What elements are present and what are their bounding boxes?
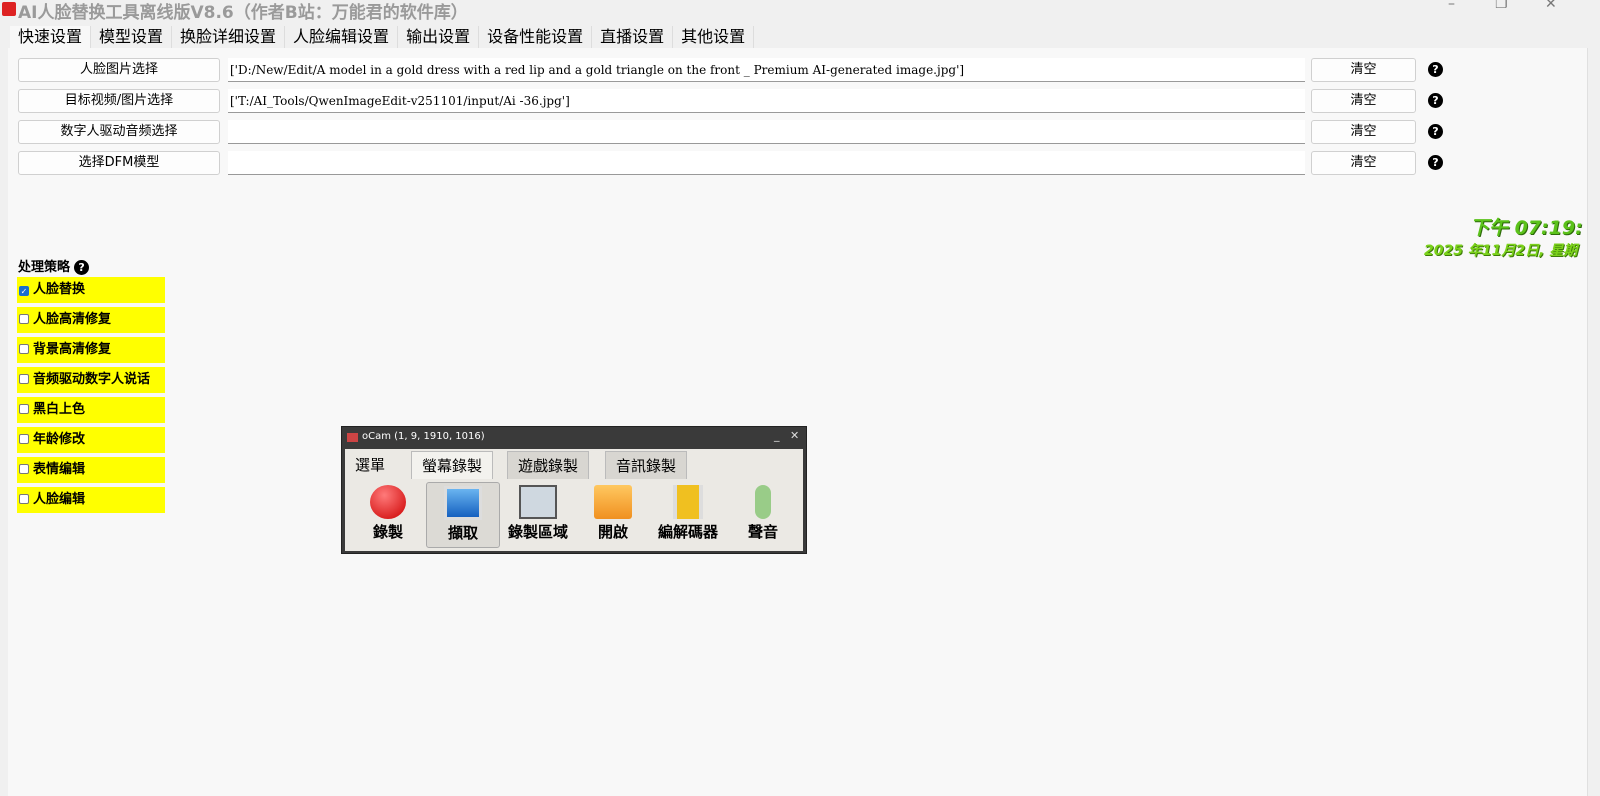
ocam-tab-game-record[interactable]: 遊戲錄製 xyxy=(507,451,590,479)
help-icon[interactable]: ? xyxy=(1428,62,1443,77)
audio-path-field[interactable] xyxy=(228,120,1305,144)
checkbox-label: 人脸高清修复 xyxy=(33,312,112,327)
tab-output-settings[interactable]: 输出设置 xyxy=(398,26,480,48)
checkbox-icon[interactable] xyxy=(19,374,29,384)
help-icon[interactable]: ? xyxy=(1428,93,1443,108)
tab-face-edit-settings[interactable]: 人脸编辑设置 xyxy=(285,26,399,48)
checkbox-icon[interactable] xyxy=(19,434,29,444)
checkbox-label: 黑白上色 xyxy=(33,402,86,417)
clear-button[interactable]: 清空 xyxy=(1311,89,1416,113)
help-icon[interactable]: ? xyxy=(1428,124,1443,139)
close-button[interactable]: ✕ xyxy=(1545,0,1557,12)
ocam-window: oCam (1, 9, 1910, 1016) _ ✕ 選單 螢幕錄製 遊戲錄製… xyxy=(341,426,807,554)
record-icon xyxy=(370,485,406,519)
clear-button[interactable]: 清空 xyxy=(1311,151,1416,175)
checkbox-age-edit[interactable]: 年龄修改 xyxy=(17,427,165,453)
ocam-body: 選單 螢幕錄製 遊戲錄製 音訊錄製 錄製 擷取 錄製區域 開啟 編解碼器 聲音 xyxy=(345,449,803,551)
checkbox-expression-edit[interactable]: 表情编辑 xyxy=(17,457,165,483)
minimize-button[interactable]: – xyxy=(1448,0,1455,12)
face-image-path-field[interactable]: ['D:/New/Edit/A model in a gold dress wi… xyxy=(228,58,1305,82)
checkbox-face-hd-restore[interactable]: 人脸高清修复 xyxy=(17,307,165,333)
tool-label: 開啟 xyxy=(597,523,628,541)
ocam-tab-screen-record[interactable]: 螢幕錄製 xyxy=(411,451,494,479)
checkbox-icon[interactable] xyxy=(19,494,29,504)
ocam-record-area-button[interactable]: 錄製區域 xyxy=(501,482,575,548)
title-bar: AI人脸替换工具离线版V8.6（作者B站：万能君的软件库） – ❐ ✕ xyxy=(0,0,1600,23)
monitor-icon xyxy=(444,486,482,520)
face-image-select-button[interactable]: 人脸图片选择 xyxy=(18,58,220,82)
checkbox-label: 表情编辑 xyxy=(33,462,86,477)
clear-button[interactable]: 清空 xyxy=(1311,120,1416,144)
dfm-model-row: 选择DFM模型 清空 ? xyxy=(8,151,1588,175)
checkbox-label: 人脸编辑 xyxy=(33,492,86,507)
checkbox-icon[interactable] xyxy=(19,314,29,324)
resize-area-icon xyxy=(519,485,557,519)
quick-settings-panel: 人脸图片选择 ['D:/New/Edit/A model in a gold d… xyxy=(8,48,1588,796)
window-title: AI人脸替换工具离线版V8.6（作者B站：万能君的软件库） xyxy=(18,3,468,23)
checkbox-face-edit[interactable]: 人脸编辑 xyxy=(17,487,165,513)
checkbox-icon[interactable] xyxy=(19,464,29,474)
folder-icon xyxy=(594,485,632,519)
ocam-minimize-button[interactable]: _ xyxy=(774,429,780,442)
checkbox-label: 人脸替换 xyxy=(33,282,86,297)
help-icon[interactable]: ? xyxy=(74,260,90,275)
checkbox-label: 年龄修改 xyxy=(33,432,86,447)
tool-label: 聲音 xyxy=(747,523,778,541)
ocam-record-button[interactable]: 錄製 xyxy=(351,482,425,548)
maximize-button[interactable]: ❐ xyxy=(1495,0,1508,12)
microphone-icon xyxy=(755,485,771,519)
tool-label: 擷取 xyxy=(447,524,478,542)
clock-date: 2025 年11月2日, 星期 xyxy=(1424,243,1578,259)
ocam-codec-button[interactable]: 編解碼器 xyxy=(651,482,725,548)
target-media-select-button[interactable]: 目标视频/图片选择 xyxy=(18,89,220,113)
help-icon[interactable]: ? xyxy=(1428,155,1443,170)
ocam-sound-button[interactable]: 聲音 xyxy=(726,482,800,548)
app-icon xyxy=(2,2,16,16)
checkbox-audio-driven-avatar[interactable]: 音频驱动数字人说话 xyxy=(17,367,165,393)
tool-label: 錄製區域 xyxy=(507,523,568,541)
ocam-capture-button[interactable]: 擷取 xyxy=(426,482,500,548)
ocam-app-icon xyxy=(347,433,358,442)
tab-quick-settings[interactable]: 快速设置 xyxy=(10,26,92,48)
dfm-model-select-button[interactable]: 选择DFM模型 xyxy=(18,151,220,175)
ocam-title: oCam (1, 9, 1910, 1016) xyxy=(362,431,485,442)
checkbox-label: 音频驱动数字人说话 xyxy=(33,372,151,387)
clock-time: 下午 07:19: xyxy=(1470,217,1583,239)
tool-label: 錄製 xyxy=(372,523,403,541)
checkbox-icon[interactable] xyxy=(19,404,29,414)
checkbox-icon[interactable] xyxy=(19,344,29,354)
dfm-model-path-field[interactable] xyxy=(228,151,1305,175)
strategy-label: 处理策略 xyxy=(18,260,71,275)
tab-live-settings[interactable]: 直播设置 xyxy=(592,26,674,48)
face-image-row: 人脸图片选择 ['D:/New/Edit/A model in a gold d… xyxy=(8,58,1588,82)
ocam-tab-menu[interactable]: 選單 xyxy=(345,451,395,479)
target-media-row: 目标视频/图片选择 ['T:/AI_Tools/QwenImageEdit-v2… xyxy=(8,89,1588,113)
tool-label: 編解碼器 xyxy=(657,523,718,541)
checkbox-background-hd-restore[interactable]: 背景高清修复 xyxy=(17,337,165,363)
target-media-path-field[interactable]: ['T:/AI_Tools/QwenImageEdit-v251101/inpu… xyxy=(228,89,1305,113)
audio-row: 数字人驱动音频选择 清空 ? xyxy=(8,120,1588,144)
tab-device-settings[interactable]: 设备性能设置 xyxy=(479,26,593,48)
tab-other-settings[interactable]: 其他设置 xyxy=(673,26,755,48)
film-add-icon xyxy=(673,485,703,519)
clear-button[interactable]: 清空 xyxy=(1311,58,1416,82)
ocam-close-button[interactable]: ✕ xyxy=(790,429,799,442)
checkbox-checked-icon[interactable]: ✓ xyxy=(19,286,29,296)
checkbox-colorize[interactable]: 黑白上色 xyxy=(17,397,165,423)
tab-bar: 快速设置 模型设置 换脸详细设置 人脸编辑设置 输出设置 设备性能设置 直播设置… xyxy=(10,26,755,48)
ocam-tab-audio-record[interactable]: 音訊錄製 xyxy=(605,451,688,479)
checkbox-label: 背景高清修复 xyxy=(33,342,112,357)
checkbox-face-swap[interactable]: ✓ 人脸替换 xyxy=(17,277,165,303)
tab-swap-detail-settings[interactable]: 换脸详细设置 xyxy=(172,26,286,48)
audio-select-button[interactable]: 数字人驱动音频选择 xyxy=(18,120,220,144)
tab-model-settings[interactable]: 模型设置 xyxy=(91,26,173,48)
ocam-open-button[interactable]: 開啟 xyxy=(576,482,650,548)
strategy-heading: 处理策略? xyxy=(18,256,90,275)
